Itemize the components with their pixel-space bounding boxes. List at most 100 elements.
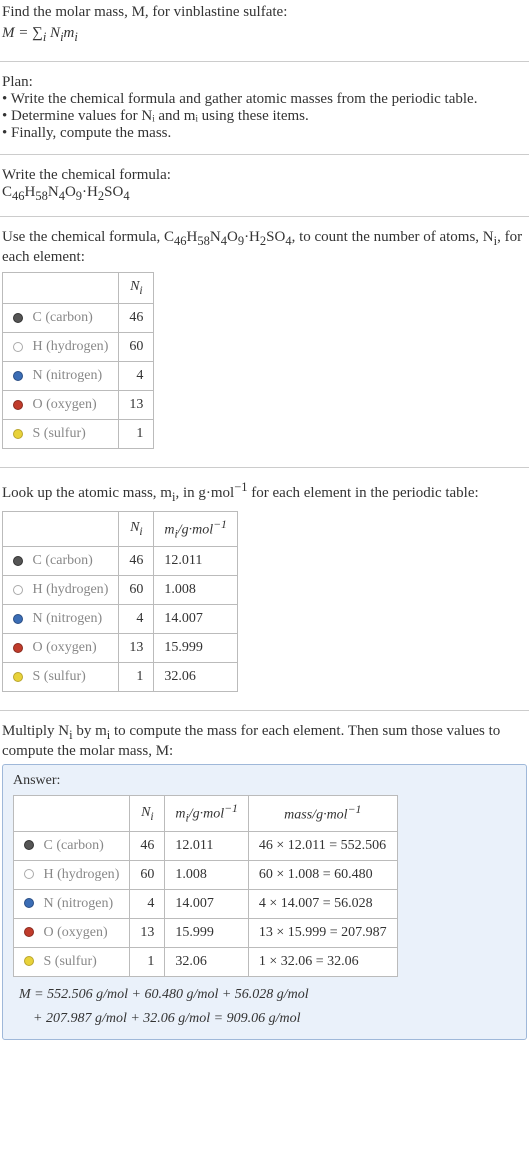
element-dot-icon <box>24 927 34 937</box>
element-cell: H (hydrogen) <box>14 860 130 889</box>
header-mi: mi/g·mol−1 <box>154 511 237 546</box>
element-count: 60 <box>119 332 154 361</box>
element-name: sulfur <box>48 426 81 441</box>
plan-item-1: • Write the chemical formula and gather … <box>2 91 527 108</box>
element-count: 46 <box>130 831 165 860</box>
mass-table-body: C (carbon) 46 12.011 H (hydrogen) 60 1.0… <box>3 547 238 692</box>
header-ni: Ni <box>119 511 154 546</box>
element-dot-icon <box>24 869 34 879</box>
count-table: Ni C (carbon) 46 H (hydrogen) 60 <box>2 272 154 449</box>
element-name: carbon <box>50 310 88 325</box>
element-mass-product: 46 × 12.011 = 552.506 <box>248 831 397 860</box>
element-count: 4 <box>119 361 154 390</box>
table-row: H (hydrogen) 60 1.008 <box>3 576 238 605</box>
answer-sum-line-2: + 207.987 g/mol + 32.06 g/mol = 909.06 g… <box>13 1007 516 1031</box>
element-mass-product: 60 × 1.008 = 60.480 <box>248 860 397 889</box>
element-cell: O (oxygen) <box>3 634 119 663</box>
multiply-text: Multiply Ni by mi to compute the mass fo… <box>2 723 527 760</box>
element-count: 1 <box>130 947 165 976</box>
element-name: nitrogen <box>51 611 98 626</box>
element-cell: N (nitrogen) <box>3 605 119 634</box>
element-symbol: C <box>44 838 53 853</box>
element-dot-icon <box>13 313 23 323</box>
table-row: O (oxygen) 13 15.999 <box>3 634 238 663</box>
header-mass: mass/g·mol−1 <box>248 796 397 831</box>
element-dot-icon <box>24 898 34 908</box>
element-dot-icon <box>24 956 34 966</box>
header-blank <box>3 511 119 546</box>
element-symbol: N <box>44 896 54 911</box>
element-symbol: H <box>44 867 54 882</box>
table-row: N (nitrogen) 4 14.007 <box>3 605 238 634</box>
element-count: 13 <box>130 918 165 947</box>
element-mass: 15.999 <box>154 634 237 663</box>
table-row: O (oxygen) 13 <box>3 390 154 419</box>
element-dot-icon <box>13 342 23 352</box>
header-ni: Ni <box>130 796 165 831</box>
divider <box>0 710 529 711</box>
element-count: 46 <box>119 547 154 576</box>
element-name: hydrogen <box>62 867 115 882</box>
element-dot-icon <box>13 556 23 566</box>
element-symbol: H <box>33 582 43 597</box>
count-section: Use the chemical formula, C46H58N4O9·H2S… <box>0 225 529 459</box>
element-count: 13 <box>119 634 154 663</box>
table-row: H (hydrogen) 60 <box>3 332 154 361</box>
element-cell: C (carbon) <box>3 303 119 332</box>
plan-item-2: • Determine values for Nᵢ and mᵢ using t… <box>2 108 527 125</box>
element-name: oxygen <box>62 925 103 940</box>
element-symbol: C <box>33 310 42 325</box>
element-name: hydrogen <box>51 582 104 597</box>
element-name: oxygen <box>51 397 92 412</box>
element-dot-icon <box>13 585 23 595</box>
table-row: N (nitrogen) 4 <box>3 361 154 390</box>
header-mi: mi/g·mol−1 <box>165 796 248 831</box>
table-row: N (nitrogen) 4 14.007 4 × 14.007 = 56.02… <box>14 889 398 918</box>
answer-sum-line-1: M = 552.506 g/mol + 60.480 g/mol + 56.02… <box>13 983 516 1007</box>
element-symbol: O <box>33 397 43 412</box>
element-symbol: O <box>33 640 43 655</box>
element-dot-icon <box>13 643 23 653</box>
element-symbol: S <box>44 954 52 969</box>
element-name: hydrogen <box>51 339 104 354</box>
chemical-formula: C46H58N4O9·H2SO4 <box>2 184 527 204</box>
element-cell: S (sulfur) <box>3 663 119 692</box>
element-count: 60 <box>130 860 165 889</box>
table-row: S (sulfur) 1 32.06 1 × 32.06 = 32.06 <box>14 947 398 976</box>
plan-section: Plan: • Write the chemical formula and g… <box>0 70 529 146</box>
element-cell: S (sulfur) <box>14 947 130 976</box>
element-mass-product: 4 × 14.007 = 56.028 <box>248 889 397 918</box>
element-cell: O (oxygen) <box>14 918 130 947</box>
element-count: 4 <box>130 889 165 918</box>
element-name: sulfur <box>59 954 92 969</box>
element-count: 4 <box>119 605 154 634</box>
header-blank <box>14 796 130 831</box>
element-symbol: S <box>33 669 41 684</box>
divider <box>0 61 529 62</box>
element-symbol: O <box>44 925 54 940</box>
element-mass: 32.06 <box>154 663 237 692</box>
divider <box>0 467 529 468</box>
element-mass-product: 1 × 32.06 = 32.06 <box>248 947 397 976</box>
element-mass: 12.011 <box>154 547 237 576</box>
element-dot-icon <box>13 672 23 682</box>
table-header-row: Ni mi/g·mol−1 mass/g·mol−1 <box>14 796 398 831</box>
element-symbol: N <box>33 611 43 626</box>
element-atomic-mass: 1.008 <box>165 860 248 889</box>
element-mass-product: 13 × 15.999 = 207.987 <box>248 918 397 947</box>
intro-section: Find the molar mass, M, for vinblastine … <box>0 0 529 53</box>
element-mass: 14.007 <box>154 605 237 634</box>
multiply-section: Multiply Ni by mi to compute the mass fo… <box>0 719 529 1047</box>
answer-label: Answer: <box>13 773 516 789</box>
element-symbol: C <box>33 553 42 568</box>
element-atomic-mass: 15.999 <box>165 918 248 947</box>
intro-line-1: Find the molar mass, M, for vinblastine … <box>2 4 527 21</box>
element-name: nitrogen <box>62 896 109 911</box>
element-name: carbon <box>61 838 99 853</box>
mass-text: Look up the atomic mass, mi, in g·mol−1 … <box>2 480 527 505</box>
header-ni: Ni <box>119 273 154 304</box>
count-table-body: C (carbon) 46 H (hydrogen) 60 N (nitroge… <box>3 303 154 448</box>
element-cell: S (sulfur) <box>3 419 119 448</box>
element-name: carbon <box>50 553 88 568</box>
formula-section: Write the chemical formula: C46H58N4O9·H… <box>0 163 529 208</box>
